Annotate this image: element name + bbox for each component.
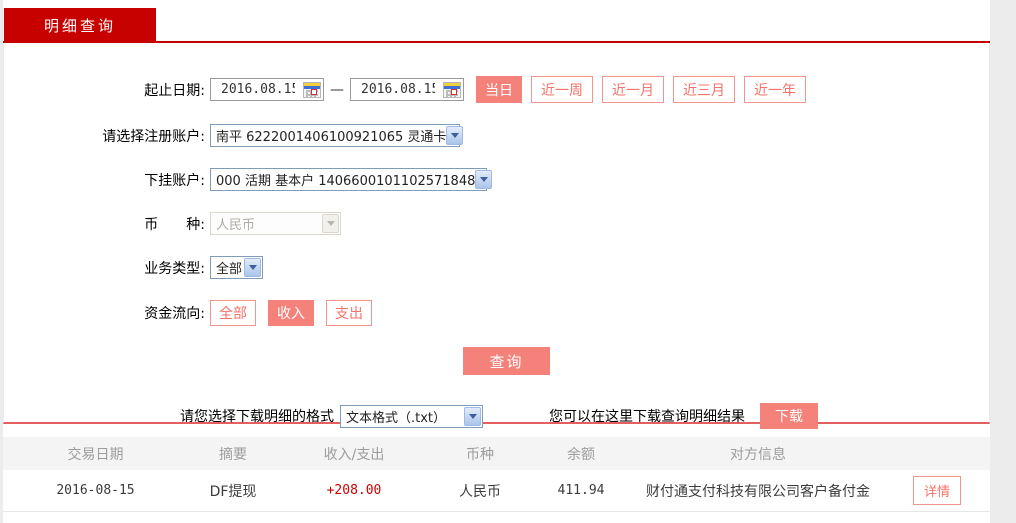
fund-flow-expense-button[interactable]: 支出 (326, 300, 372, 326)
sub-account-value: 000 活期 基本户 1406600101102571848 (216, 174, 476, 189)
currency-label: 币 种: (144, 216, 205, 233)
query-form-panel: 起止日期: — 当日 近一周 近一月 近三月 近一年 请选择注册账户: 南平 (3, 43, 990, 429)
chevron-down-icon (244, 258, 261, 277)
cell-balance: 411.94 (557, 483, 605, 498)
chevron-down-icon (322, 214, 339, 233)
detail-button[interactable]: 详情 (912, 476, 961, 505)
query-button[interactable]: 查询 (463, 347, 550, 375)
chevron-down-icon (475, 170, 493, 189)
register-account-row: 请选择注册账户: 南平 6222001406100921065 灵通卡 (4, 124, 989, 147)
start-date-input[interactable] (221, 82, 295, 97)
results-table: 交易日期 摘要 收入/支出 币种 余额 对方信息 2016-08-15 DF提现… (3, 437, 990, 512)
currency-row: 币 种: 人民币 (4, 212, 989, 235)
cell-amount: +208.00 (326, 483, 382, 498)
sub-account-label: 下挂账户: (144, 172, 205, 189)
chevron-down-icon (464, 406, 481, 426)
quick-range-week-button[interactable]: 近一周 (531, 76, 593, 103)
sub-account-select[interactable]: 000 活期 基本户 1406600101102571848 (210, 168, 493, 191)
business-type-label: 业务类型: (144, 260, 205, 277)
chevron-down-icon (446, 126, 464, 145)
download-button[interactable]: 下载 (760, 403, 818, 429)
quick-range-today-button[interactable]: 当日 (476, 76, 522, 103)
download-format-select[interactable]: 文本格式（.txt） (340, 404, 483, 428)
header-income-expense: 收入/支出 (323, 446, 385, 463)
header-counterparty: 对方信息 (730, 446, 786, 463)
download-format-value: 文本格式（.txt） (346, 410, 447, 426)
cell-currency: 人民币 (459, 483, 501, 500)
tab-detail-query[interactable]: 明细查询 (4, 8, 156, 43)
quick-range-3months-button[interactable]: 近三月 (673, 76, 735, 103)
tab-bar: 明细查询 (3, 0, 990, 43)
calendar-icon[interactable] (443, 81, 461, 98)
download-format-label: 请您选择下载明细的格式 (180, 409, 334, 425)
date-range-row: 起止日期: — 当日 近一周 近一月 近三月 近一年 (4, 76, 989, 103)
quick-range-year-button[interactable]: 近一年 (744, 76, 806, 103)
calendar-icon[interactable] (303, 81, 321, 98)
fund-flow-income-button[interactable]: 收入 (268, 300, 314, 326)
cell-counterparty: 财付通支付科技有限公司客户备付金 (646, 483, 870, 500)
start-date-field[interactable] (210, 78, 324, 101)
business-type-row: 业务类型: 全部 (4, 256, 989, 279)
register-account-select[interactable]: 南平 6222001406100921065 灵通卡 (210, 124, 464, 147)
quick-range-month-button[interactable]: 近一月 (602, 76, 664, 103)
date-range-label: 起止日期: (144, 82, 205, 99)
sub-account-row: 下挂账户: 000 活期 基本户 1406600101102571848 (4, 168, 989, 191)
cell-summary: DF提现 (209, 483, 257, 500)
fund-flow-all-button[interactable]: 全部 (210, 300, 256, 326)
end-date-field[interactable] (350, 78, 464, 101)
table-header-row: 交易日期 摘要 收入/支出 币种 余额 对方信息 (3, 437, 990, 470)
cell-action: 详情 (884, 476, 990, 505)
fund-flow-row: 资金流向: 全部 收入 支出 (4, 300, 989, 326)
currency-select: 人民币 (210, 212, 341, 235)
business-type-select[interactable]: 全部 (210, 256, 263, 279)
date-separator: — (330, 81, 344, 98)
business-type-value: 全部 (216, 262, 243, 277)
register-account-value: 南平 6222001406100921065 灵通卡 (216, 130, 447, 145)
header-balance: 余额 (567, 446, 595, 463)
table-row: 2016-08-15 DF提现 +208.00 人民币 411.94 财付通支付… (3, 470, 990, 512)
register-account-label: 请选择注册账户: (102, 128, 205, 145)
page-container: 明细查询 起止日期: — 当日 近一周 近一月 近三月 近一年 (3, 0, 990, 523)
tab-label: 明细查询 (43, 17, 116, 35)
quick-range-group: 当日 近一周 近一月 近三月 近一年 (476, 76, 806, 103)
header-summary: 摘要 (219, 446, 247, 463)
fund-flow-label: 资金流向: (144, 306, 205, 322)
fund-flow-group: 全部 收入 支出 (210, 300, 372, 326)
currency-value: 人民币 (216, 218, 256, 233)
download-row: 请您选择下载明细的格式 文本格式（.txt） 您可以在这里下载查询明细结果 下载 (4, 403, 989, 429)
download-hint-text: 您可以在这里下载查询明细结果 (549, 409, 745, 425)
end-date-input[interactable] (361, 82, 435, 97)
cell-trade-date: 2016-08-15 (56, 483, 135, 498)
header-currency: 币种 (466, 446, 494, 463)
header-trade-date: 交易日期 (67, 446, 124, 463)
